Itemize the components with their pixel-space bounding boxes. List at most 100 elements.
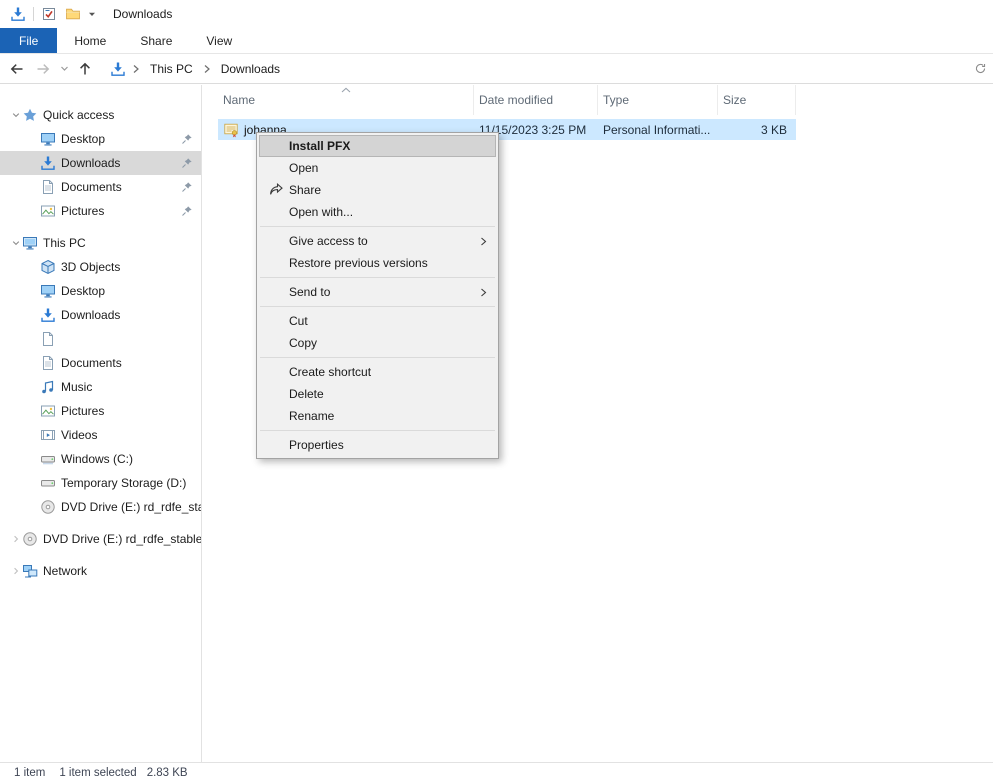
sidebar-item-videos[interactable]: Videos bbox=[0, 423, 201, 447]
menu-item-open-with[interactable]: Open with... bbox=[259, 201, 496, 223]
sidebar-item-desktop[interactable]: Desktop bbox=[0, 127, 201, 151]
menu-item-restore-previous-versions[interactable]: Restore previous versions bbox=[259, 252, 496, 274]
column-header-name[interactable]: Name bbox=[218, 85, 474, 115]
tab-share[interactable]: Share bbox=[123, 28, 189, 53]
menu-separator bbox=[260, 306, 495, 307]
breadcrumb-downloads[interactable]: Downloads bbox=[217, 62, 284, 76]
menu-item-open[interactable]: Open bbox=[259, 157, 496, 179]
documents-icon bbox=[40, 179, 56, 195]
recent-locations-dropdown-icon[interactable] bbox=[56, 56, 72, 82]
selection-count: 1 item selected bbox=[59, 767, 136, 779]
network-icon bbox=[22, 563, 38, 579]
context-menu: Install PFX Open Share Open with... Give… bbox=[256, 132, 499, 459]
sidebar-section-label: Quick access bbox=[43, 108, 114, 122]
qat-dropdown-icon[interactable] bbox=[85, 2, 99, 26]
menu-item-delete[interactable]: Delete bbox=[259, 383, 496, 405]
3d-objects-icon bbox=[40, 259, 56, 275]
sidebar-section-this-pc[interactable]: This PC bbox=[0, 231, 201, 255]
sidebar-item-documents-pc[interactable]: Documents bbox=[0, 351, 201, 375]
sidebar-item-desktop-pc[interactable]: Desktop bbox=[0, 279, 201, 303]
sidebar-item-downloads[interactable]: Downloads bbox=[0, 151, 201, 175]
pin-icon bbox=[181, 157, 193, 169]
chevron-right-icon[interactable] bbox=[10, 535, 22, 543]
address-downloads-icon[interactable] bbox=[110, 61, 126, 77]
menu-item-cut[interactable]: Cut bbox=[259, 310, 496, 332]
sidebar-item-3d-objects[interactable]: 3D Objects bbox=[0, 255, 201, 279]
sidebar-item-pictures[interactable]: Pictures bbox=[0, 199, 201, 223]
chevron-down-icon[interactable] bbox=[10, 111, 22, 119]
selection-size: 2.83 KB bbox=[147, 767, 188, 779]
submenu-chevron-icon bbox=[480, 288, 487, 297]
sidebar-item-pictures-pc[interactable]: Pictures bbox=[0, 399, 201, 423]
videos-icon bbox=[40, 427, 56, 443]
dvd-drive-icon bbox=[40, 499, 56, 515]
menu-item-rename[interactable]: Rename bbox=[259, 405, 496, 427]
column-header-size[interactable]: Size bbox=[718, 85, 796, 115]
sidebar-item-dvd-drive-root[interactable]: DVD Drive (E:) rd_rdfe_stable.1 bbox=[0, 527, 201, 551]
desktop-icon bbox=[40, 131, 56, 147]
window-title: Downloads bbox=[113, 7, 172, 21]
sidebar-item-temporary-storage-d[interactable]: Temporary Storage (D:) bbox=[0, 471, 201, 495]
menu-separator bbox=[260, 277, 495, 278]
forward-button[interactable] bbox=[30, 56, 56, 82]
menu-item-properties[interactable]: Properties bbox=[259, 434, 496, 456]
menu-item-send-to[interactable]: Send to bbox=[259, 281, 496, 303]
certificate-file-icon bbox=[223, 122, 239, 138]
file-size-cell: 3 KB bbox=[718, 123, 796, 137]
up-button[interactable] bbox=[72, 56, 98, 82]
new-folder-icon[interactable] bbox=[61, 2, 85, 26]
menu-item-install-pfx[interactable]: Install PFX bbox=[259, 135, 496, 157]
sidebar-item-windows-c[interactable]: Windows (C:) bbox=[0, 447, 201, 471]
tab-file[interactable]: File bbox=[0, 28, 57, 53]
titlebar-separator bbox=[33, 7, 34, 21]
desktop-icon bbox=[40, 283, 56, 299]
properties-check-icon[interactable] bbox=[37, 2, 61, 26]
menu-separator bbox=[260, 226, 495, 227]
menu-separator bbox=[260, 430, 495, 431]
drive-icon bbox=[40, 451, 56, 467]
status-bar: 1 item 1 item selected 2.83 KB bbox=[0, 762, 993, 783]
sidebar-section-quick-access[interactable]: Quick access bbox=[0, 103, 201, 127]
column-headers: Name Date modified Type Size bbox=[218, 85, 993, 115]
menu-item-give-access-to[interactable]: Give access to bbox=[259, 230, 496, 252]
breadcrumb-this-pc[interactable]: This PC bbox=[146, 62, 197, 76]
sort-ascending-icon bbox=[341, 87, 351, 93]
pictures-icon bbox=[40, 203, 56, 219]
tab-view[interactable]: View bbox=[189, 28, 249, 53]
navigation-pane: Quick access Desktop Downloads Doc bbox=[0, 85, 202, 762]
submenu-chevron-icon bbox=[480, 237, 487, 246]
file-type-cell: Personal Informati... bbox=[598, 123, 718, 137]
document-icon bbox=[40, 331, 56, 347]
menu-item-share[interactable]: Share bbox=[259, 179, 496, 201]
documents-icon bbox=[40, 355, 56, 371]
item-count: 1 item bbox=[14, 767, 45, 779]
explorer-window-icon[interactable] bbox=[6, 2, 30, 26]
chevron-right-icon[interactable] bbox=[10, 567, 22, 575]
column-header-type[interactable]: Type bbox=[598, 85, 718, 115]
sidebar-item-blank-document[interactable] bbox=[0, 327, 201, 351]
downloads-icon bbox=[40, 307, 56, 323]
back-button[interactable] bbox=[4, 56, 30, 82]
breadcrumb-chevron-icon[interactable] bbox=[203, 64, 211, 74]
sidebar-item-network[interactable]: Network bbox=[0, 559, 201, 583]
music-icon bbox=[40, 379, 56, 395]
menu-item-copy[interactable]: Copy bbox=[259, 332, 496, 354]
sidebar-section-label: This PC bbox=[43, 236, 86, 250]
menu-item-create-shortcut[interactable]: Create shortcut bbox=[259, 361, 496, 383]
menu-separator bbox=[260, 357, 495, 358]
tab-home[interactable]: Home bbox=[57, 28, 123, 53]
ribbon-tabs: File Home Share View bbox=[0, 28, 993, 54]
breadcrumb: This PC Downloads bbox=[110, 61, 974, 77]
breadcrumb-chevron-icon[interactable] bbox=[132, 64, 140, 74]
drive-icon bbox=[40, 475, 56, 491]
column-header-date-modified[interactable]: Date modified bbox=[474, 85, 598, 115]
sidebar-item-music[interactable]: Music bbox=[0, 375, 201, 399]
chevron-down-icon[interactable] bbox=[10, 239, 22, 247]
this-pc-icon bbox=[22, 235, 38, 251]
sidebar-item-dvd-drive-e[interactable]: DVD Drive (E:) rd_rdfe_stable bbox=[0, 495, 201, 519]
quick-access-star-icon bbox=[22, 107, 38, 123]
sidebar-item-documents[interactable]: Documents bbox=[0, 175, 201, 199]
share-icon bbox=[268, 182, 284, 198]
sidebar-item-downloads-pc[interactable]: Downloads bbox=[0, 303, 201, 327]
refresh-icon[interactable] bbox=[974, 62, 987, 75]
